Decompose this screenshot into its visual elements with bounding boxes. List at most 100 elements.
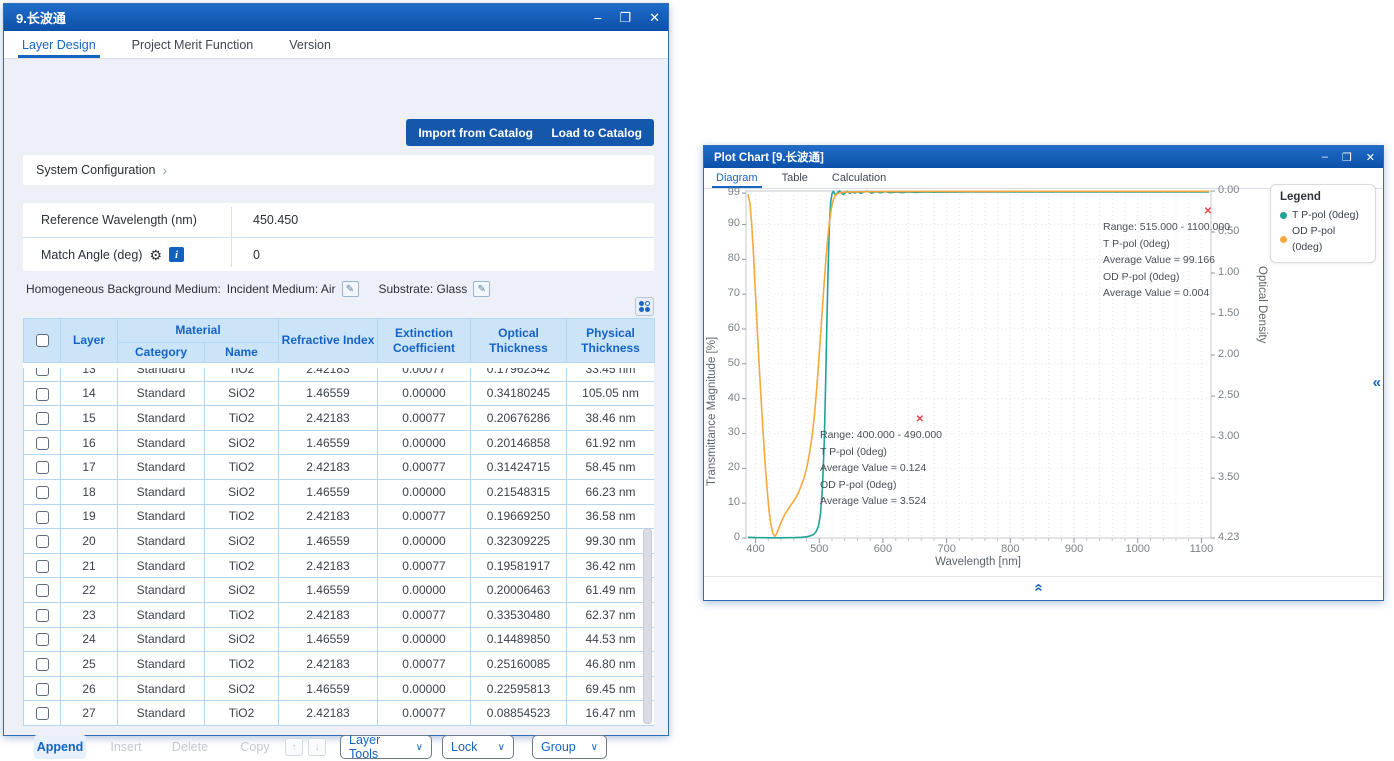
row-checkbox-cell[interactable] [24, 368, 61, 381]
row-checkbox[interactable] [36, 633, 49, 646]
row-checkbox-cell[interactable] [24, 701, 61, 726]
table-cell[interactable]: 0.14489850 [471, 627, 567, 652]
row-checkbox[interactable] [36, 486, 49, 499]
row-checkbox-cell[interactable] [24, 627, 61, 652]
left-window-titlebar[interactable]: 9.长波通 – ❐ ✕ [4, 4, 668, 31]
table-cell[interactable]: 0.17962342 [471, 368, 567, 381]
close-button[interactable]: ✕ [649, 10, 660, 26]
collapse-panel-bottom-icon[interactable]: « [1031, 583, 1048, 591]
table-cell[interactable]: 0.25160085 [471, 652, 567, 677]
table-cell[interactable]: TiO2 [205, 406, 279, 431]
table-cell[interactable]: 33.45 nm [567, 368, 655, 381]
table-cell[interactable]: 0.00077 [378, 368, 471, 381]
table-cell[interactable]: Standard [118, 381, 205, 406]
table-cell[interactable]: 23 [61, 602, 118, 627]
table-cell[interactable]: 44.53 nm [567, 627, 655, 652]
table-cell[interactable]: 0.00000 [378, 430, 471, 455]
table-cell[interactable]: 0.20676286 [471, 406, 567, 431]
row-checkbox[interactable] [36, 609, 49, 622]
row-checkbox-cell[interactable] [24, 479, 61, 504]
table-cell[interactable]: 0.00000 [378, 529, 471, 554]
table-cell[interactable]: 0.34180245 [471, 381, 567, 406]
row-checkbox-cell[interactable] [24, 652, 61, 677]
table-cell[interactable]: 1.46559 [279, 430, 378, 455]
row-checkbox-cell[interactable] [24, 430, 61, 455]
table-cell[interactable]: 0.00000 [378, 381, 471, 406]
row-checkbox-cell[interactable] [24, 381, 61, 406]
table-cell[interactable]: 0.00077 [378, 652, 471, 677]
append-button[interactable]: Append [34, 735, 86, 759]
plot-window-titlebar[interactable]: Plot Chart [9.长波通] – ❐ ✕ [704, 146, 1383, 168]
move-up-button[interactable]: ↑ [285, 738, 303, 756]
table-cell[interactable]: 27 [61, 701, 118, 726]
table-cell[interactable]: 0.32309225 [471, 529, 567, 554]
table-cell[interactable]: 1.46559 [279, 676, 378, 701]
table-cell[interactable]: 16.47 nm [567, 701, 655, 726]
table-cell[interactable]: 0.20006463 [471, 578, 567, 603]
table-cell[interactable]: 22 [61, 578, 118, 603]
table-view-options-icon[interactable] [635, 297, 654, 316]
row-checkbox-cell[interactable] [24, 529, 61, 554]
table-cell[interactable]: 0.08854523 [471, 701, 567, 726]
table-cell[interactable]: 0.31424715 [471, 455, 567, 480]
tab-diagram[interactable]: Diagram [712, 168, 762, 188]
table-cell[interactable]: Standard [118, 479, 205, 504]
table-cell[interactable]: 18 [61, 479, 118, 504]
maximize-button[interactable]: ❐ [619, 10, 631, 26]
table-cell[interactable]: 0.21548315 [471, 479, 567, 504]
table-cell[interactable]: 2.42183 [279, 455, 378, 480]
table-cell[interactable]: 1.46559 [279, 381, 378, 406]
table-cell[interactable]: TiO2 [205, 652, 279, 677]
table-cell[interactable]: 58.45 nm [567, 455, 655, 480]
table-cell[interactable]: 105.05 nm [567, 381, 655, 406]
table-cell[interactable]: 0.00000 [378, 627, 471, 652]
table-cell[interactable]: Standard [118, 676, 205, 701]
match-angle-value[interactable]: 0 [253, 248, 260, 262]
table-cell[interactable]: 0.00077 [378, 553, 471, 578]
gear-icon[interactable]: ⚙ [149, 248, 162, 262]
row-checkbox-cell[interactable] [24, 406, 61, 431]
table-cell[interactable]: 0.00000 [378, 676, 471, 701]
tab-calculation[interactable]: Calculation [828, 168, 890, 188]
table-cell[interactable]: Standard [118, 652, 205, 677]
table-cell[interactable]: 21 [61, 553, 118, 578]
table-cell[interactable]: TiO2 [205, 701, 279, 726]
delete-button[interactable]: Delete [170, 735, 210, 759]
system-configuration-header[interactable]: System Configuration › [23, 155, 654, 185]
table-cell[interactable]: SiO2 [205, 529, 279, 554]
table-cell[interactable]: 20 [61, 529, 118, 554]
table-cell[interactable]: 16 [61, 430, 118, 455]
table-cell[interactable]: 1.46559 [279, 529, 378, 554]
row-checkbox[interactable] [36, 683, 49, 696]
minimize-button[interactable]: – [594, 10, 601, 25]
row-checkbox[interactable] [36, 412, 49, 425]
maximize-button[interactable]: ❐ [1342, 151, 1352, 164]
row-checkbox-cell[interactable] [24, 504, 61, 529]
row-checkbox[interactable] [36, 658, 49, 671]
table-cell[interactable]: 14 [61, 381, 118, 406]
table-cell[interactable]: TiO2 [205, 553, 279, 578]
row-checkbox-cell[interactable] [24, 553, 61, 578]
table-cell[interactable]: Standard [118, 368, 205, 381]
table-cell[interactable]: 0.33530480 [471, 602, 567, 627]
row-checkbox-cell[interactable] [24, 602, 61, 627]
row-checkbox[interactable] [36, 437, 49, 450]
row-checkbox[interactable] [36, 584, 49, 597]
annotation-close-icon[interactable]: ✕ [916, 412, 924, 429]
table-cell[interactable]: 66.23 nm [567, 479, 655, 504]
table-cell[interactable]: 24 [61, 627, 118, 652]
tab-layer-design[interactable]: Layer Design [18, 31, 100, 58]
table-cell[interactable]: 13 [61, 368, 118, 381]
table-cell[interactable]: Standard [118, 529, 205, 554]
table-cell[interactable]: Standard [118, 430, 205, 455]
reference-wavelength-value[interactable]: 450.450 [253, 213, 298, 227]
table-cell[interactable]: 17 [61, 455, 118, 480]
table-cell[interactable]: 61.49 nm [567, 578, 655, 603]
table-cell[interactable]: Standard [118, 406, 205, 431]
tab-version[interactable]: Version [285, 31, 335, 58]
collapse-panel-right-icon[interactable]: « [1373, 374, 1381, 391]
table-cell[interactable]: 0.20146858 [471, 430, 567, 455]
table-cell[interactable]: Standard [118, 578, 205, 603]
table-cell[interactable]: 2.42183 [279, 602, 378, 627]
load-to-catalog-button[interactable]: Load to Catalog [539, 119, 654, 146]
